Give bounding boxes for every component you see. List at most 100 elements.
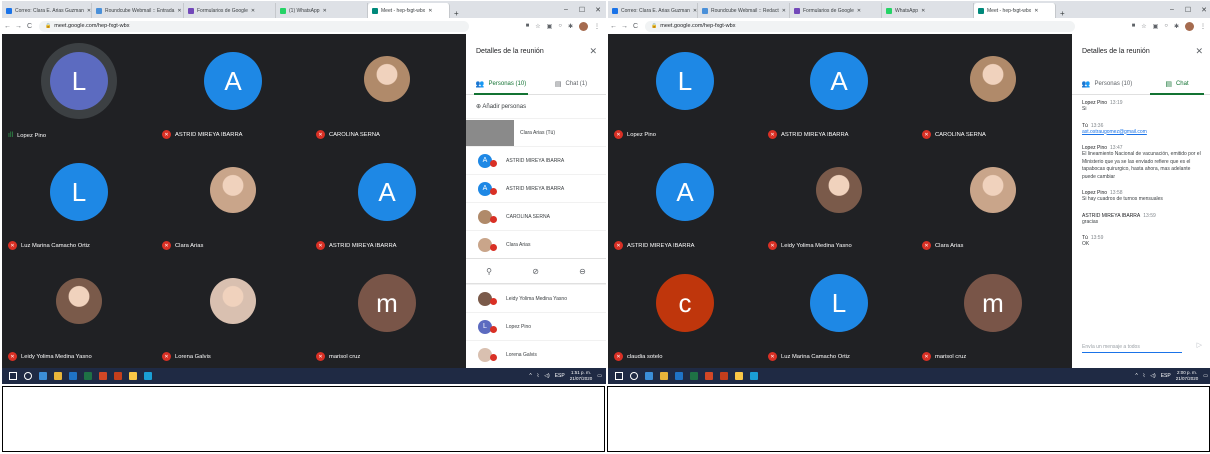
excel-icon[interactable] [84,372,92,380]
profile-avatar[interactable] [1185,21,1194,31]
url-field[interactable]: 🔒 meet.google.com/hep-fxgt-wbx [39,20,469,32]
participant-tile[interactable]: ✕ Clara Arias [156,145,310,256]
maximize-icon[interactable]: ☐ [1180,6,1196,14]
new-tab-icon[interactable]: + [450,9,463,18]
participant-tile[interactable]: c ✕ claudia sotelo [608,256,762,367]
participant-tile[interactable]: ✕ CAROLINA SERNA [916,34,1070,145]
tab-chat[interactable]: ▤ Chat [1142,74,1210,95]
start-icon[interactable] [9,372,17,380]
file-explorer-icon[interactable] [54,372,62,380]
add-people-button[interactable]: ⊕ Añadir personas [476,103,526,110]
forward-icon[interactable]: → [619,23,630,30]
close-window-icon[interactable]: ✕ [590,6,606,14]
task-view-icon[interactable] [39,372,47,380]
powerpoint-icon[interactable] [705,372,713,380]
close-tab-icon[interactable]: ✕ [177,8,181,14]
people-list-item[interactable]: A ASTRID MIREYA IBARRA [466,146,606,174]
notification-icon[interactable]: ▭ [597,373,602,379]
wifi-icon[interactable]: ⌇ [537,373,539,379]
star-icon[interactable]: ☆ [1141,23,1146,30]
search-icon[interactable] [630,372,638,380]
forward-icon[interactable]: → [13,23,24,30]
participant-tile[interactable]: ✕ Clara Arias [916,145,1070,256]
close-tab-icon[interactable]: ✕ [428,8,432,14]
back-icon[interactable]: ← [608,23,619,30]
participant-tile[interactable]: Lıll Lopez Pino [2,34,156,145]
people-list-item[interactable]: Clara Arias [466,230,606,258]
reload-icon[interactable]: C [630,23,641,30]
minimize-icon[interactable]: – [1164,6,1180,13]
extension-icon[interactable]: ▣ [1153,23,1159,30]
close-window-icon[interactable]: ✕ [1196,6,1210,14]
pin-icon[interactable]: ⚲ [486,267,492,276]
circle-icon[interactable]: ○ [1164,23,1168,29]
participant-tile[interactable]: m ✕ marisol cruz [916,256,1070,367]
people-list-item[interactable]: Leidy Yolima Medina Yasno [466,284,606,312]
circle-icon[interactable]: ○ [558,23,562,29]
start-icon[interactable] [615,372,623,380]
close-tab-icon[interactable]: ✕ [251,8,255,14]
clock[interactable]: 1:51 p. m. 21/07/2020 [570,370,593,382]
volume-icon[interactable]: ◁) [544,373,550,379]
close-icon[interactable]: ✕ [589,46,597,57]
people-list-item[interactable]: CAROLINA SERNA [466,202,606,230]
tray-chevron-icon[interactable]: ^ [529,373,531,379]
participant-tile[interactable]: A ✕ ASTRID MIREYA IBARRA [156,34,310,145]
language-indicator[interactable]: ESP [1161,373,1171,379]
language-indicator[interactable]: ESP [555,373,565,379]
participant-tile[interactable]: ✕ Leidy Yolima Medina Yasno [762,145,916,256]
tab-people[interactable]: 👥 Personas (10) [1072,74,1142,94]
close-icon[interactable]: ✕ [1195,46,1203,57]
clock[interactable]: 2:00 p. m. 21/07/2020 [1176,370,1199,382]
browser-tab[interactable]: WhatsApp ✕ [882,3,974,18]
browser-tab[interactable]: Correo: Clara E. Arias Guzman ✕ [608,3,698,18]
close-tab-icon[interactable]: ✕ [87,8,91,14]
back-icon[interactable]: ← [2,23,13,30]
participant-tile[interactable]: A ✕ ASTRID MIREYA IBARRA [310,145,464,256]
close-tab-icon[interactable]: ✕ [857,8,861,14]
volume-icon[interactable]: ◁) [1150,373,1156,379]
close-tab-icon[interactable]: ✕ [782,8,786,14]
outlook-icon[interactable] [675,372,683,380]
chrome-icon[interactable] [129,372,137,380]
camera-icon[interactable]: ■ [526,23,530,29]
remove-icon[interactable]: ⊖ [579,267,586,276]
people-list-item[interactable]: Clara Arias (Tú) [466,118,606,146]
people-list-item[interactable]: A ASTRID MIREYA IBARRA [466,174,606,202]
tab-chat[interactable]: ▤ Chat (1) [536,74,606,94]
wifi-icon[interactable]: ⌇ [1143,373,1145,379]
maximize-icon[interactable]: ☐ [574,6,590,14]
camera-icon[interactable]: ■ [1132,23,1136,29]
browser-tab[interactable]: Correo: Clara E. Arias Guzman ✕ [2,3,92,18]
pdf-icon[interactable] [720,372,728,380]
notification-icon[interactable]: ▭ [1203,373,1208,379]
participant-tile[interactable]: m ✕ marisol cruz [310,256,464,367]
url-field[interactable]: 🔒 meet.google.com/hep-fxgt-wbx [645,20,1075,32]
edge-icon[interactable] [144,372,152,380]
extension-icon[interactable]: ▣ [547,23,553,30]
close-tab-icon[interactable]: ✕ [1034,8,1038,14]
powerpoint-icon[interactable] [99,372,107,380]
send-icon[interactable]: ▷ [1197,341,1202,349]
minimize-icon[interactable]: – [558,6,574,13]
puzzle-icon[interactable]: ✱ [1174,23,1179,30]
participant-tile[interactable]: L ✕ Lopez Pino [608,34,762,145]
people-list-item[interactable]: L Lopez Pino [466,312,606,340]
chat-input[interactable]: Envía un mensaje a todos [1082,344,1182,353]
reload-icon[interactable]: C [24,23,35,30]
chrome-icon[interactable] [735,372,743,380]
profile-avatar[interactable] [579,21,588,31]
browser-tab[interactable]: Meet - hep-fxgt-wbx ✕ [974,3,1056,18]
close-tab-icon[interactable]: ✕ [693,8,697,14]
participant-tile[interactable]: A ✕ ASTRID MIREYA IBARRA [762,34,916,145]
menu-icon[interactable]: ⋮ [1200,23,1206,30]
menu-icon[interactable]: ⋮ [594,23,600,30]
participant-tile[interactable]: ✕ Leidy Yolima Medina Yasno [2,256,156,367]
participant-tile[interactable]: L ✕ Luz Marina Camacho Ortiz [2,145,156,256]
browser-tab[interactable]: Roundcube Webmail :: Redact ✕ [698,3,790,18]
star-icon[interactable]: ☆ [535,23,540,30]
close-tab-icon[interactable]: ✕ [921,8,925,14]
excel-icon[interactable] [690,372,698,380]
browser-tab[interactable]: Meet - hep-fxgt-wbx ✕ [368,3,450,18]
people-list-item[interactable]: Lorena Galvis [466,340,606,368]
